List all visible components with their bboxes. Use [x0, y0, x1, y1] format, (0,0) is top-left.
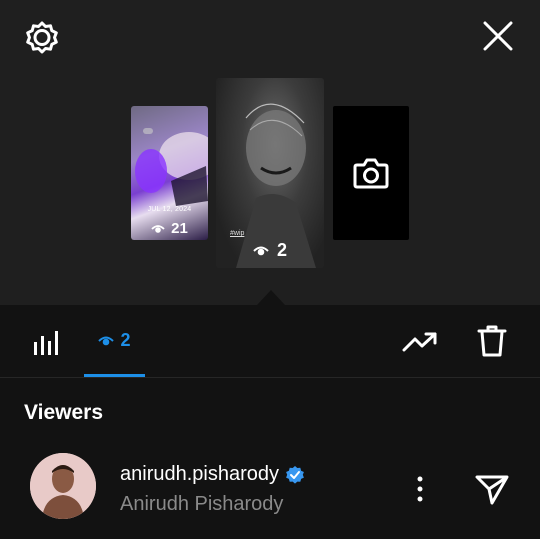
active-tab-indicator [84, 374, 145, 377]
tab-bar: 2 [0, 305, 540, 378]
viewer-list-item[interactable]: anirudh.pisharody Anirudh Pisharody [0, 451, 540, 527]
viewer-username[interactable]: anirudh.pisharody [120, 463, 305, 486]
settings-button[interactable] [22, 18, 62, 58]
promote-button[interactable] [398, 325, 442, 359]
selected-story-pointer [257, 290, 285, 305]
camera-icon [353, 158, 389, 189]
view-count-number: 21 [171, 220, 188, 237]
eye-icon [98, 336, 115, 345]
username-text: anirudh.pisharody [120, 463, 279, 485]
avatar[interactable] [30, 453, 96, 519]
story-tag: #wip [230, 230, 245, 237]
viewer-full-name: Anirudh Pisharody [120, 493, 284, 515]
story-view-count: 21 [131, 220, 208, 237]
send-icon [475, 475, 509, 505]
eye-icon [151, 224, 165, 233]
close-icon [483, 21, 513, 51]
trending-up-icon [402, 332, 437, 352]
bar-chart-icon [34, 331, 58, 355]
tab-insights[interactable] [24, 323, 68, 363]
avatar-image [30, 453, 96, 519]
story-view-count: 2 [216, 240, 324, 261]
story-thumbnail-previous[interactable]: JUL 12, 2024 21 [131, 106, 208, 240]
story-thumbnail-current[interactable]: #wip 2 [216, 78, 324, 268]
view-count-number: 2 [276, 240, 287, 260]
trash-icon [477, 325, 507, 357]
tab-viewers[interactable]: 2 [84, 305, 145, 376]
story-preview-area: JUL 12, 2024 21 #wip 2 [0, 0, 540, 305]
close-button[interactable] [476, 16, 520, 56]
more-vertical-icon [417, 476, 423, 502]
viewers-tab-count: 2 [120, 330, 131, 350]
story-details-panel: 2 Viewers anirudh.pisharody Anirudh Pish… [0, 305, 540, 539]
story-date: JUL 12, 2024 [147, 206, 192, 213]
add-story-camera-tile[interactable] [333, 106, 409, 240]
more-options-button[interactable] [404, 471, 436, 507]
verified-badge-icon [286, 465, 304, 484]
settings-icon [26, 21, 58, 54]
eye-icon [253, 246, 269, 255]
send-message-button[interactable] [470, 471, 514, 509]
delete-button[interactable] [472, 319, 512, 363]
viewers-heading: Viewers [24, 401, 104, 424]
